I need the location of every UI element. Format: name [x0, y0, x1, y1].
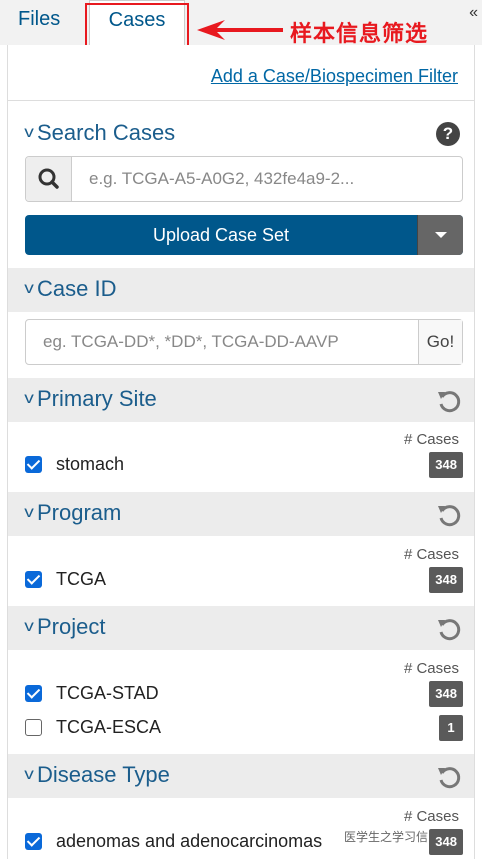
facet-title: v Primary Site [24, 386, 157, 412]
facet-item-label: TCGA-STAD [56, 683, 159, 703]
facet-item-label: TCGA [56, 569, 107, 589]
facet-title: v Program [24, 500, 122, 526]
facet-title-text: Case ID [37, 276, 117, 301]
chevron-down-icon: v [24, 124, 34, 141]
reset-icon[interactable] [436, 616, 462, 642]
reset-icon[interactable] [436, 388, 462, 414]
add-filter-link[interactable]: Add a Case/Biospecimen Filter [211, 66, 458, 87]
facet-title-text: Disease Type [37, 762, 170, 787]
count-badge: 348 [429, 452, 463, 478]
chevron-down-icon: v [24, 390, 34, 407]
count-header: # Cases [403, 660, 459, 677]
upload-dropdown-button[interactable] [417, 215, 463, 255]
facet-title: v Case ID [24, 276, 117, 302]
help-icon[interactable]: ? [436, 122, 460, 146]
search-input[interactable]: e.g. TCGA-A5-A0G2, 432fe4a9-2... [89, 169, 354, 189]
search-icon-box [26, 157, 72, 201]
search-cases-field[interactable]: e.g. TCGA-A5-A0G2, 432fe4a9-2... [25, 156, 463, 202]
chevron-down-icon: v [24, 280, 34, 297]
count-header: # Cases [403, 546, 459, 563]
facet-title-text: Primary Site [37, 386, 157, 411]
checkbox[interactable] [25, 685, 42, 702]
facet-title: v Disease Type [24, 762, 170, 788]
count-badge: 348 [429, 567, 463, 593]
case-filter-panel: Add a Case/Biospecimen Filter v Search Ca… [7, 45, 475, 859]
facet-item-label: stomach [56, 454, 125, 474]
facet-header-project[interactable]: v Project [8, 606, 474, 650]
annotation-label: 样本信息筛选 [290, 22, 429, 47]
facet-item[interactable]: stomach 348 [25, 451, 463, 479]
count-header: # Cases [403, 431, 459, 448]
chevron-down-icon: v [24, 618, 34, 635]
facet-header-disease-type[interactable]: v Disease Type [8, 754, 474, 798]
count-badge: 348 [429, 681, 463, 707]
case-id-field[interactable]: eg. TCGA-DD*, *DD*, TCGA-DD-AAVP Go! [25, 319, 463, 365]
search-cases-header[interactable]: v Search Cases [24, 120, 176, 146]
count-header: # Cases [403, 808, 459, 825]
facet-title: v Project [24, 614, 106, 640]
count-badge: 1 [439, 715, 463, 741]
chevron-down-icon: v [24, 766, 34, 783]
checkbox[interactable] [25, 833, 42, 850]
checkbox[interactable] [25, 719, 42, 736]
divider [8, 100, 474, 101]
chevron-down-icon: v [24, 504, 34, 521]
watermark: 医学生之学习信 [344, 830, 429, 844]
collapse-panel-icon[interactable]: « [469, 4, 478, 22]
arrow-icon [197, 20, 283, 40]
upload-case-set-label: Upload Case Set [152, 225, 290, 245]
case-id-input[interactable]: eg. TCGA-DD*, *DD*, TCGA-DD-AAVP [43, 332, 339, 352]
upload-case-set-button[interactable]: Upload Case Set [25, 215, 463, 255]
checkbox[interactable] [25, 456, 42, 473]
go-button[interactable]: Go! [418, 320, 462, 364]
facet-item[interactable]: TCGA-STAD 348 [25, 680, 463, 708]
facet-header-case-id[interactable]: v Case ID [8, 268, 474, 312]
facet-header-program[interactable]: v Program [8, 492, 474, 536]
checkbox[interactable] [25, 571, 42, 588]
reset-icon[interactable] [436, 502, 462, 528]
reset-icon[interactable] [436, 764, 462, 790]
facet-title-text: Program [37, 500, 122, 525]
facet-item-label: TCGA-ESCA [56, 717, 162, 737]
tab-files[interactable]: Files [18, 0, 88, 45]
facet-item-label: adenomas and adenocarcinomas [56, 831, 323, 851]
facet-item[interactable]: TCGA-ESCA 1 [25, 714, 463, 742]
caret-down-icon [435, 232, 447, 238]
search-cases-title: Search Cases [37, 120, 176, 145]
facet-title-text: Project [37, 614, 106, 639]
facet-item[interactable]: TCGA 348 [25, 566, 463, 594]
facet-header-primary-site[interactable]: v Primary Site [8, 378, 474, 422]
count-badge: 348 [429, 829, 463, 855]
search-icon [38, 168, 59, 189]
